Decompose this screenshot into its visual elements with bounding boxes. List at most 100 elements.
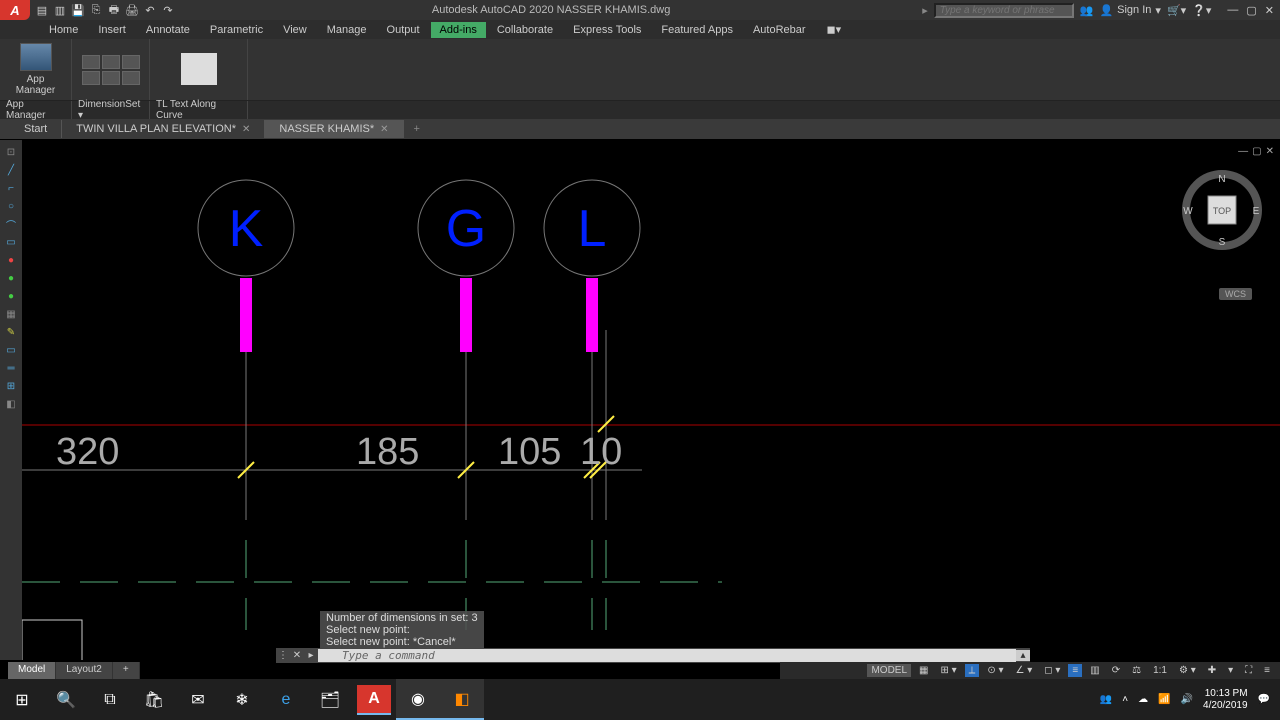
- start-button[interactable]: ⊞: [0, 679, 44, 720]
- command-input[interactable]: Type a command: [318, 649, 1016, 662]
- clean-screen-icon[interactable]: ⛶: [1241, 664, 1256, 677]
- new-icon[interactable]: ▤: [34, 2, 50, 18]
- dim-tool-3[interactable]: [122, 55, 140, 69]
- mail-icon[interactable]: ✉: [176, 679, 220, 720]
- panel-label-dimensionset[interactable]: DimensionSet ▾: [72, 101, 150, 119]
- osnap-icon[interactable]: ◻ ▾: [1040, 664, 1064, 677]
- search-input[interactable]: [934, 3, 1074, 18]
- doc-tab-start[interactable]: Start: [10, 120, 62, 138]
- layout-tab-model[interactable]: Model: [8, 662, 56, 679]
- edge-icon[interactable]: e: [264, 679, 308, 720]
- tab-autorebar[interactable]: AutoRebar: [744, 22, 815, 38]
- isodraft-icon[interactable]: ∠ ▾: [1012, 664, 1037, 677]
- hatch-icon[interactable]: ▦: [2, 306, 20, 322]
- clock[interactable]: 10:13 PM 4/20/2019: [1203, 688, 1248, 712]
- tools-icon[interactable]: ✚: [1204, 664, 1220, 677]
- vp-minimize-icon[interactable]: —: [1238, 146, 1248, 157]
- tab-addins[interactable]: Add-ins: [431, 22, 486, 38]
- task-view-icon[interactable]: ⧉: [88, 679, 132, 720]
- cmd-expand-icon[interactable]: ▴: [1016, 650, 1030, 661]
- tab-featured-apps[interactable]: Featured Apps: [652, 22, 742, 38]
- tool-yellow[interactable]: ✎: [2, 324, 20, 340]
- minimize-button[interactable]: —: [1227, 4, 1238, 17]
- app-icon-1[interactable]: ❄: [220, 679, 264, 720]
- vp-close-icon[interactable]: ✕: [1266, 146, 1274, 157]
- vp-maximize-icon[interactable]: ▢: [1252, 146, 1261, 157]
- tool-green-1[interactable]: ●: [2, 270, 20, 286]
- status-model[interactable]: MODEL: [867, 664, 911, 677]
- arc-icon[interactable]: ⌒: [2, 216, 20, 232]
- tool-gray[interactable]: ◧: [2, 396, 20, 412]
- close-icon[interactable]: ✕: [242, 124, 250, 135]
- snap-icon[interactable]: ⊞ ▾: [936, 664, 960, 677]
- tl-text-icon[interactable]: [181, 53, 217, 85]
- steering-wheel-icon[interactable]: ⊡: [2, 144, 20, 160]
- annoscale-icon[interactable]: ⚖: [1128, 664, 1145, 677]
- rect-icon[interactable]: ▭: [2, 234, 20, 250]
- scale-display[interactable]: 1:1: [1149, 664, 1171, 677]
- save-icon[interactable]: 💾: [70, 2, 86, 18]
- doc-tab-nasser[interactable]: NASSER KHAMIS*✕: [265, 120, 403, 138]
- ortho-icon[interactable]: ⟂: [965, 664, 980, 677]
- tab-home[interactable]: Home: [40, 22, 87, 38]
- notifications-icon[interactable]: 💬: [1258, 694, 1270, 705]
- layout-tab-add[interactable]: +: [113, 662, 140, 679]
- saveas-icon[interactable]: ⎘: [88, 2, 104, 18]
- tab-annotate[interactable]: Annotate: [137, 22, 199, 38]
- drawing-canvas[interactable]: K G L 320 185 105 10: [22, 140, 1280, 660]
- tab-view[interactable]: View: [274, 22, 316, 38]
- dim-tool-4[interactable]: [82, 71, 100, 85]
- gear-icon[interactable]: ⚙ ▾: [1175, 664, 1200, 677]
- tool-blue-2[interactable]: ═: [2, 360, 20, 376]
- lineweight-icon[interactable]: ≡: [1068, 664, 1082, 677]
- dim-tool-1[interactable]: [82, 55, 100, 69]
- ribbon-collapse-icon[interactable]: ◼▾: [827, 23, 842, 36]
- search-icon[interactable]: 🔍: [44, 679, 88, 720]
- tray-cloud-icon[interactable]: ☁: [1138, 694, 1148, 705]
- viewcube[interactable]: N S W E TOP: [1182, 170, 1262, 250]
- arrow-icon[interactable]: ▸: [922, 4, 928, 17]
- close-icon[interactable]: ✕: [380, 124, 388, 135]
- app-logo[interactable]: A: [0, 0, 30, 20]
- tool-green-2[interactable]: ●: [2, 288, 20, 304]
- customize-icon[interactable]: ▾: [1224, 664, 1237, 677]
- explorer-icon[interactable]: 🗂: [308, 679, 352, 720]
- cmd-handle-icon[interactable]: ⋮: [276, 650, 290, 661]
- help-icon[interactable]: ❔▾: [1192, 4, 1211, 17]
- tray-wifi-icon[interactable]: 📶: [1158, 694, 1170, 705]
- app-manager-icon[interactable]: [20, 43, 52, 71]
- transparency-icon[interactable]: ▥: [1086, 664, 1103, 677]
- cmd-recent-icon[interactable]: ▸: [304, 650, 318, 661]
- add-document-button[interactable]: +: [404, 120, 430, 138]
- redo-icon[interactable]: ↷: [160, 2, 176, 18]
- tray-up-icon[interactable]: ˄: [1122, 694, 1128, 705]
- dim-tool-6[interactable]: [122, 71, 140, 85]
- tab-parametric[interactable]: Parametric: [201, 22, 272, 38]
- grid-icon[interactable]: ▦: [915, 664, 932, 677]
- autocad-taskbar-icon[interactable]: A: [357, 685, 391, 715]
- maximize-button[interactable]: ▢: [1246, 4, 1256, 17]
- tab-output[interactable]: Output: [378, 22, 429, 38]
- signin-button[interactable]: 👤 Sign In ▾: [1099, 4, 1160, 17]
- undo-icon[interactable]: ↶: [142, 2, 158, 18]
- doc-tab-twin-villa[interactable]: TWIN VILLA PLAN ELEVATION*✕: [62, 120, 265, 138]
- circle-icon[interactable]: ○: [2, 198, 20, 214]
- chrome-icon[interactable]: ◉: [396, 679, 440, 720]
- plot-icon[interactable]: 🖶: [106, 2, 122, 18]
- tray-people-icon[interactable]: 👥: [1100, 694, 1112, 705]
- dim-tool-5[interactable]: [102, 71, 120, 85]
- app-icon-orange[interactable]: ◧: [440, 679, 484, 720]
- tool-blue-3[interactable]: ⊞: [2, 378, 20, 394]
- close-button[interactable]: ✕: [1265, 4, 1274, 17]
- line-icon[interactable]: ╱: [2, 162, 20, 178]
- menu-icon[interactable]: ≡: [1260, 664, 1274, 677]
- tray-volume-icon[interactable]: 🔊: [1181, 694, 1193, 705]
- tab-manage[interactable]: Manage: [318, 22, 376, 38]
- connect-icon[interactable]: 👥: [1080, 4, 1094, 17]
- open-icon[interactable]: ▥: [52, 2, 68, 18]
- polar-icon[interactable]: ⊙ ▾: [983, 664, 1007, 677]
- polyline-icon[interactable]: ⌐: [2, 180, 20, 196]
- tool-blue-1[interactable]: ▭: [2, 342, 20, 358]
- store-icon[interactable]: 🛍: [132, 679, 176, 720]
- exchange-icon[interactable]: 🛒▾: [1167, 4, 1186, 17]
